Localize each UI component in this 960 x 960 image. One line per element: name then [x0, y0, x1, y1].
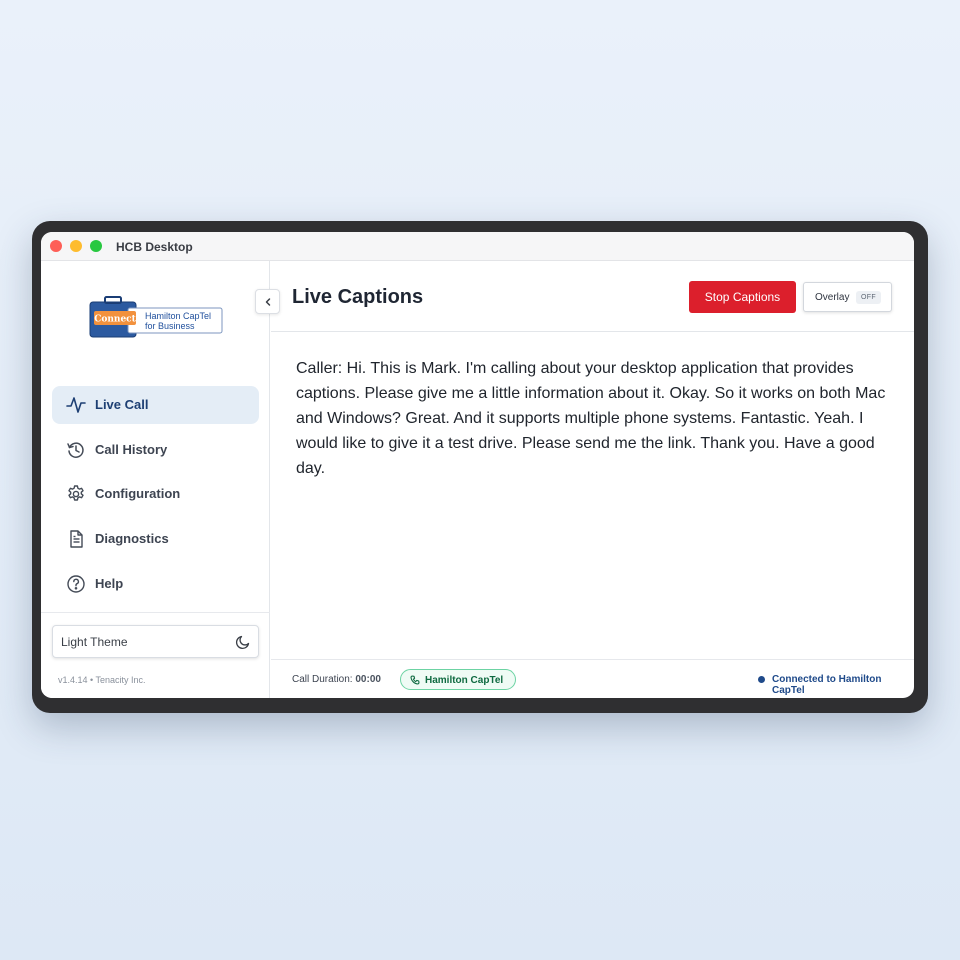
svg-text:for Business: for Business [145, 321, 195, 331]
minimize-window-button[interactable] [70, 240, 82, 252]
chevron-left-icon [265, 298, 271, 306]
device-frame: HCB Desktop Connect Hamilton CapTel for … [32, 221, 928, 713]
call-duration: Call Duration: 00:00 [292, 674, 381, 685]
call-duration-value: 00:00 [355, 674, 381, 685]
title-bar: HCB Desktop [41, 232, 914, 261]
sidebar-item-label: Live Call [95, 397, 149, 412]
phone-icon [410, 675, 420, 685]
main-panel: Live Captions Stop Captions Overlay OFF … [271, 261, 914, 698]
status-footer: Call Duration: 00:00 Hamilton CapTel Con… [271, 659, 914, 698]
collapse-sidebar-button[interactable] [255, 289, 280, 314]
svg-text:Hamilton CapTel: Hamilton CapTel [145, 311, 211, 321]
overlay-toggle-button[interactable]: Overlay OFF [803, 282, 892, 312]
provider-label: Hamilton CapTel [425, 675, 504, 686]
svg-text:Connect: Connect [94, 315, 136, 325]
main-header: Live Captions Stop Captions Overlay OFF [271, 261, 914, 332]
sidebar-item-help[interactable]: Help [52, 565, 259, 603]
connection-status-dot [758, 676, 765, 683]
sidebar-item-label: Configuration [95, 486, 181, 501]
sidebar-item-live-call[interactable]: Live Call [52, 386, 259, 424]
sidebar-item-call-history[interactable]: Call History [52, 431, 259, 469]
theme-toggle-button[interactable]: Light Theme [52, 625, 259, 658]
activity-icon [66, 397, 86, 413]
sidebar-item-label: Help [95, 576, 124, 591]
sidebar-item-label: Diagnostics [95, 531, 169, 546]
history-icon [67, 442, 84, 458]
page-title: Live Captions [292, 286, 424, 308]
sidebar-item-diagnostics[interactable]: Diagnostics [52, 520, 259, 558]
connection-status: Connected to Hamilton CapTel [772, 674, 882, 696]
caption-transcript: Caller: Hi. This is Mark. I'm calling ab… [296, 360, 886, 477]
overlay-label: Overlay [815, 292, 850, 303]
call-duration-label: Call Duration: [292, 674, 353, 685]
gear-icon [68, 485, 84, 501]
sidebar-divider [41, 612, 270, 613]
sidebar: Connect Hamilton CapTel for Business Liv… [41, 261, 270, 698]
provider-badge: Hamilton CapTel [400, 669, 516, 690]
overlay-state-badge: OFF [856, 291, 881, 304]
window-title: HCB Desktop [116, 240, 193, 254]
version-text: v1.4.14 • Tenacity Inc. [58, 675, 146, 685]
app-window: HCB Desktop Connect Hamilton CapTel for … [41, 232, 914, 698]
moon-icon [235, 635, 250, 650]
theme-label: Light Theme [61, 635, 128, 649]
sidebar-item-configuration[interactable]: Configuration [52, 475, 259, 513]
help-circle-icon [67, 575, 85, 593]
document-icon [70, 530, 83, 548]
sidebar-item-label: Call History [95, 442, 168, 457]
stop-captions-button[interactable]: Stop Captions [689, 281, 796, 313]
maximize-window-button[interactable] [90, 240, 102, 252]
close-window-button[interactable] [50, 240, 62, 252]
hamilton-captel-logo: Connect Hamilton CapTel for Business [89, 296, 223, 338]
